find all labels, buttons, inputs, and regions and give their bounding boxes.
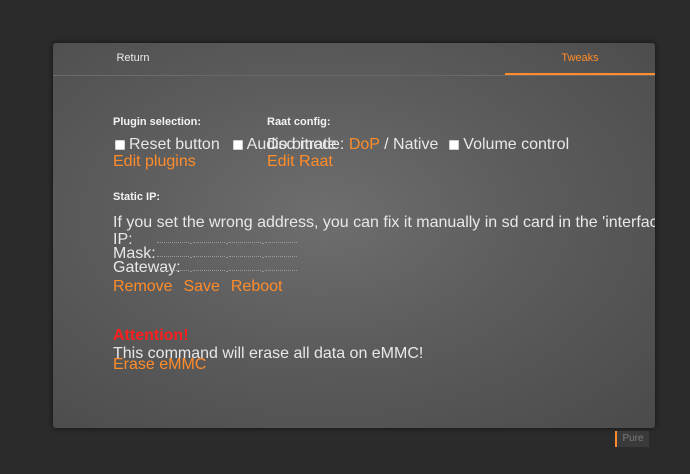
erase-emmc-link[interactable]: Erase eMMC <box>113 356 206 374</box>
raat-options: Dsd mode: DoP / Native Volume control <box>267 136 569 154</box>
mask-octet-1[interactable] <box>157 246 189 257</box>
raat-config-heading: Raat config: <box>267 116 331 128</box>
dsd-mode-label: Dsd mode: <box>267 136 345 153</box>
volume-control-checkbox[interactable] <box>449 140 460 150</box>
native-option[interactable]: Native <box>393 136 438 153</box>
remove-button[interactable]: Remove <box>113 278 173 295</box>
tab-tweaks[interactable]: Tweaks <box>505 43 655 75</box>
ip-octet-4[interactable] <box>265 232 297 243</box>
plugin-selection-heading: Plugin selection: <box>113 116 202 128</box>
mask-octet-4[interactable] <box>265 246 297 257</box>
dop-option[interactable]: DoP <box>349 136 380 153</box>
save-button[interactable]: Save <box>183 278 219 295</box>
edit-raat-link[interactable]: Edit Raat <box>267 153 333 171</box>
gateway-octet-3[interactable] <box>229 260 261 271</box>
ip-octet-3[interactable] <box>229 232 261 243</box>
audio-bitrate-checkbox[interactable] <box>232 140 243 150</box>
static-ip-note: If you set the wrong address, you can fi… <box>113 214 655 231</box>
edit-plugins-link[interactable]: Edit plugins <box>113 153 196 171</box>
gateway-octet-4[interactable] <box>265 260 297 271</box>
reset-button-label: Reset button <box>129 136 220 153</box>
gateway-label: Gateway: <box>113 259 181 276</box>
tab-return[interactable]: Return <box>53 43 213 74</box>
ip-octet-2[interactable] <box>193 232 225 243</box>
gateway-octet-1[interactable] <box>157 260 189 271</box>
gateway-row: Gateway:... <box>113 259 297 277</box>
pure-button[interactable]: Pure <box>615 431 649 447</box>
tab-bar: Return Tweaks <box>53 43 655 76</box>
static-ip-actions: Remove Save Reboot <box>113 278 282 296</box>
reboot-button[interactable]: Reboot <box>231 278 283 295</box>
ip-octet-1[interactable] <box>157 232 189 243</box>
tweaks-panel: Return Tweaks Plugin selection: Reset bu… <box>53 43 655 428</box>
mask-octet-2[interactable] <box>193 246 225 257</box>
dsd-separator: / <box>384 136 389 153</box>
volume-control-label: Volume control <box>463 136 570 153</box>
mask-octet-3[interactable] <box>229 246 261 257</box>
gateway-octet-2[interactable] <box>193 260 225 271</box>
static-ip-heading: Static IP: <box>113 191 161 203</box>
reset-button-checkbox[interactable] <box>115 140 125 150</box>
attention-warning: Attention! <box>113 327 189 344</box>
